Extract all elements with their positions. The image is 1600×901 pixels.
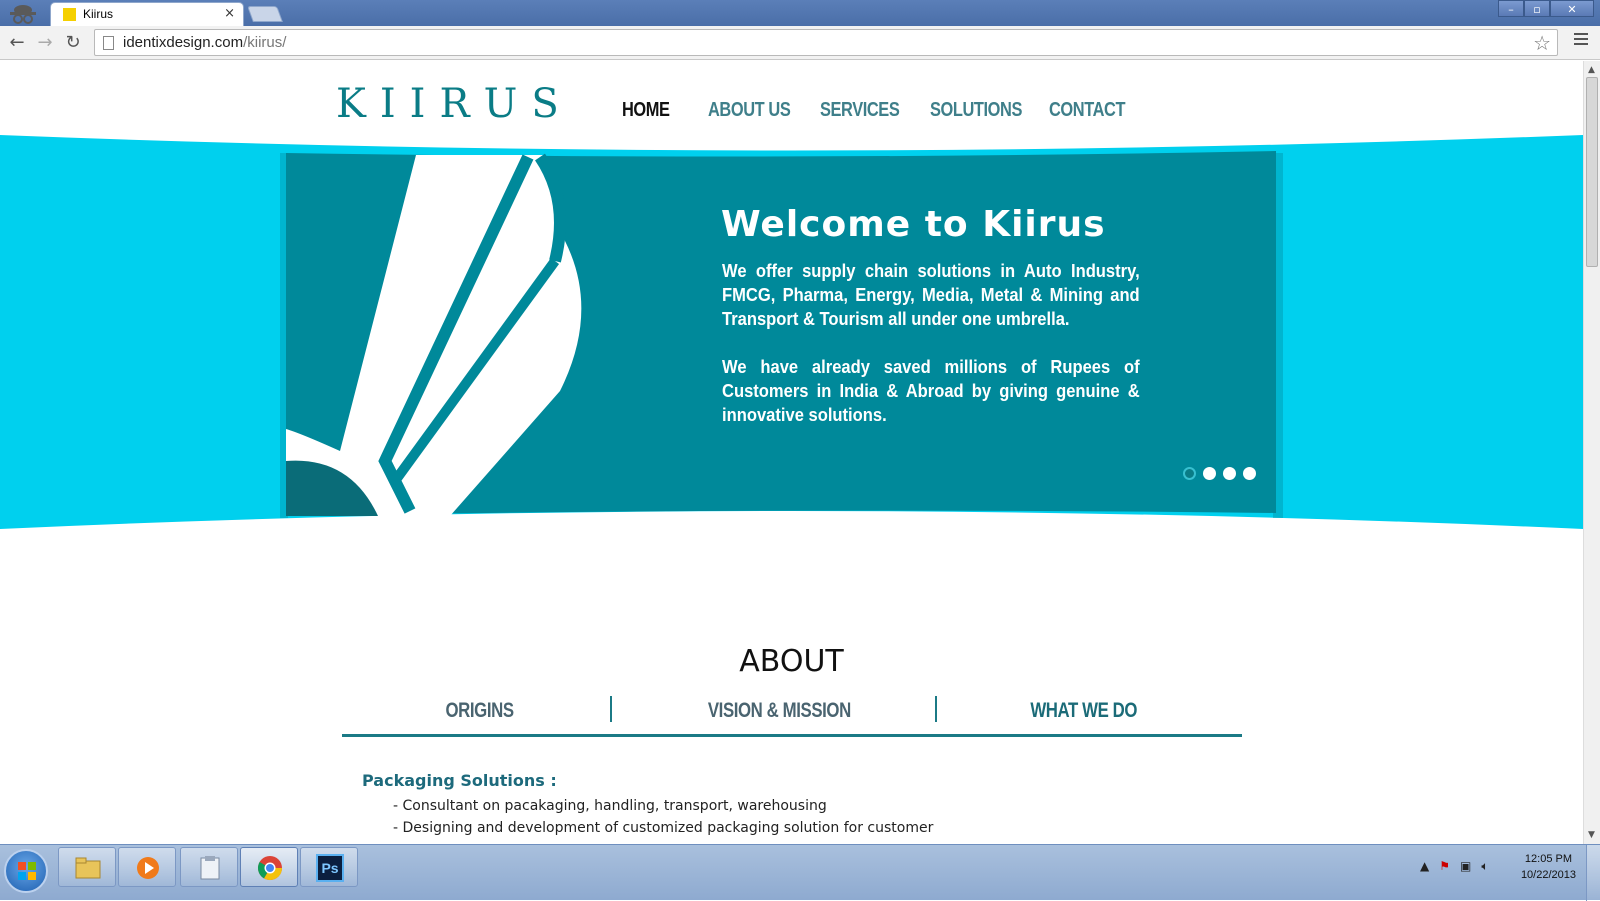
tab-title: Kiirus — [83, 7, 114, 21]
clock-time: 12:05 PM — [1524, 853, 1573, 865]
tab-origins[interactable]: ORIGINS — [446, 699, 515, 723]
windows-taskbar: Ps ▲ ⚑ ▣ 🔈︎ 12:05 PM 10/22/2013 — [0, 844, 1600, 901]
favicon-icon — [63, 8, 76, 21]
incognito-icon — [10, 5, 36, 24]
reload-icon[interactable]: ↻ — [62, 32, 84, 54]
tab-divider — [610, 696, 612, 722]
taskbar-app[interactable] — [180, 847, 238, 887]
browser-titlebar: Kiirus × – ▫ ✕ — [0, 0, 1600, 26]
restore-button[interactable]: ▫ — [1524, 0, 1550, 17]
new-tab-button[interactable] — [247, 6, 283, 22]
nav-home[interactable]: HOME — [622, 99, 670, 122]
hero-title: Welcome to Kiirus — [721, 204, 1106, 245]
tab-vision-mission[interactable]: VISION & MISSION — [708, 699, 851, 723]
close-window-button[interactable]: ✕ — [1550, 0, 1594, 17]
site-logo[interactable]: KIIRUS — [336, 81, 573, 127]
nav-solutions[interactable]: SOLUTIONS — [930, 99, 1022, 122]
back-arrow-icon[interactable]: ← — [6, 32, 28, 54]
slider-dot-4[interactable] — [1243, 467, 1256, 480]
slider-dot-2[interactable] — [1203, 467, 1216, 480]
list-item: - Designing and development of customize… — [393, 820, 934, 836]
scroll-down-icon[interactable]: ▼ — [1588, 830, 1595, 840]
system-tray: ▲ ⚑ ▣ 🔈︎ — [1420, 859, 1489, 874]
media-player-icon — [137, 857, 159, 879]
clock-date: 10/22/2013 — [1520, 869, 1576, 881]
address-bar[interactable]: identixdesign.com/kiirus/ ☆ — [94, 29, 1558, 56]
chrome-icon — [257, 856, 282, 881]
browser-toolbar: ← → ↻ identixdesign.com/kiirus/ ☆ — [0, 26, 1600, 60]
folder-icon — [75, 857, 101, 879]
hero-paragraph-1: We offer supply chain solutions in Auto … — [722, 261, 1140, 329]
bookmark-star-icon[interactable]: ☆ — [1533, 31, 1551, 55]
hero-paragraph-2: We have already saved millions of Rupees… — [722, 357, 1140, 425]
tab-divider — [935, 696, 937, 722]
taskbar-media-player[interactable] — [118, 847, 176, 887]
minimize-button[interactable]: – — [1498, 0, 1524, 17]
url-text: identixdesign.com/kiirus/ — [123, 34, 287, 51]
nav-services[interactable]: SERVICES — [820, 99, 900, 122]
taskbar-chrome[interactable] — [240, 847, 298, 887]
taskbar-photoshop[interactable]: Ps — [300, 847, 358, 887]
tab-close-icon[interactable]: × — [224, 6, 235, 21]
page-scrollbar[interactable]: ▲ ▼ — [1583, 61, 1600, 844]
slider-dot-1[interactable] — [1183, 467, 1196, 480]
chrome-menu-icon[interactable] — [1574, 33, 1588, 47]
nav-contact[interactable]: CONTACT — [1049, 99, 1125, 122]
section-heading: Packaging Solutions : — [362, 771, 557, 790]
about-title: ABOUT — [739, 644, 844, 679]
nav-about-us[interactable]: ABOUT US — [708, 99, 791, 122]
list-item: - Consultant on pacakaging, handling, tr… — [393, 798, 827, 814]
window-controls: – ▫ ✕ — [1498, 0, 1594, 18]
browser-tab[interactable]: Kiirus × — [50, 2, 244, 26]
about-tabs: ORIGINS VISION & MISSION WHAT WE DO — [342, 691, 1242, 737]
show-hidden-icons-icon[interactable]: ▲ — [1420, 859, 1429, 874]
windows-logo-icon — [18, 862, 36, 880]
scroll-thumb[interactable] — [1586, 77, 1598, 267]
page-icon — [103, 36, 114, 50]
volume-icon[interactable]: 🔈︎ — [1481, 859, 1488, 874]
tab-what-we-do[interactable]: WHAT WE DO — [1030, 699, 1137, 723]
clipboard-icon — [200, 856, 220, 880]
start-button[interactable] — [4, 849, 48, 893]
show-desktop-button[interactable] — [1586, 845, 1600, 901]
scroll-up-icon[interactable]: ▲ — [1588, 65, 1595, 75]
network-icon[interactable]: ▣ — [1460, 859, 1471, 874]
slider-dot-3[interactable] — [1223, 467, 1236, 480]
photoshop-icon: Ps — [316, 854, 344, 882]
forward-arrow-icon[interactable]: → — [34, 32, 56, 54]
system-clock[interactable]: 12:05 PM 10/22/2013 — [1521, 851, 1576, 883]
page-viewport: KIIRUS HOME ABOUT US SERVICES SOLUTIONS … — [0, 61, 1583, 844]
taskbar-explorer[interactable] — [58, 847, 116, 887]
action-center-icon[interactable]: ⚑ — [1439, 859, 1450, 874]
